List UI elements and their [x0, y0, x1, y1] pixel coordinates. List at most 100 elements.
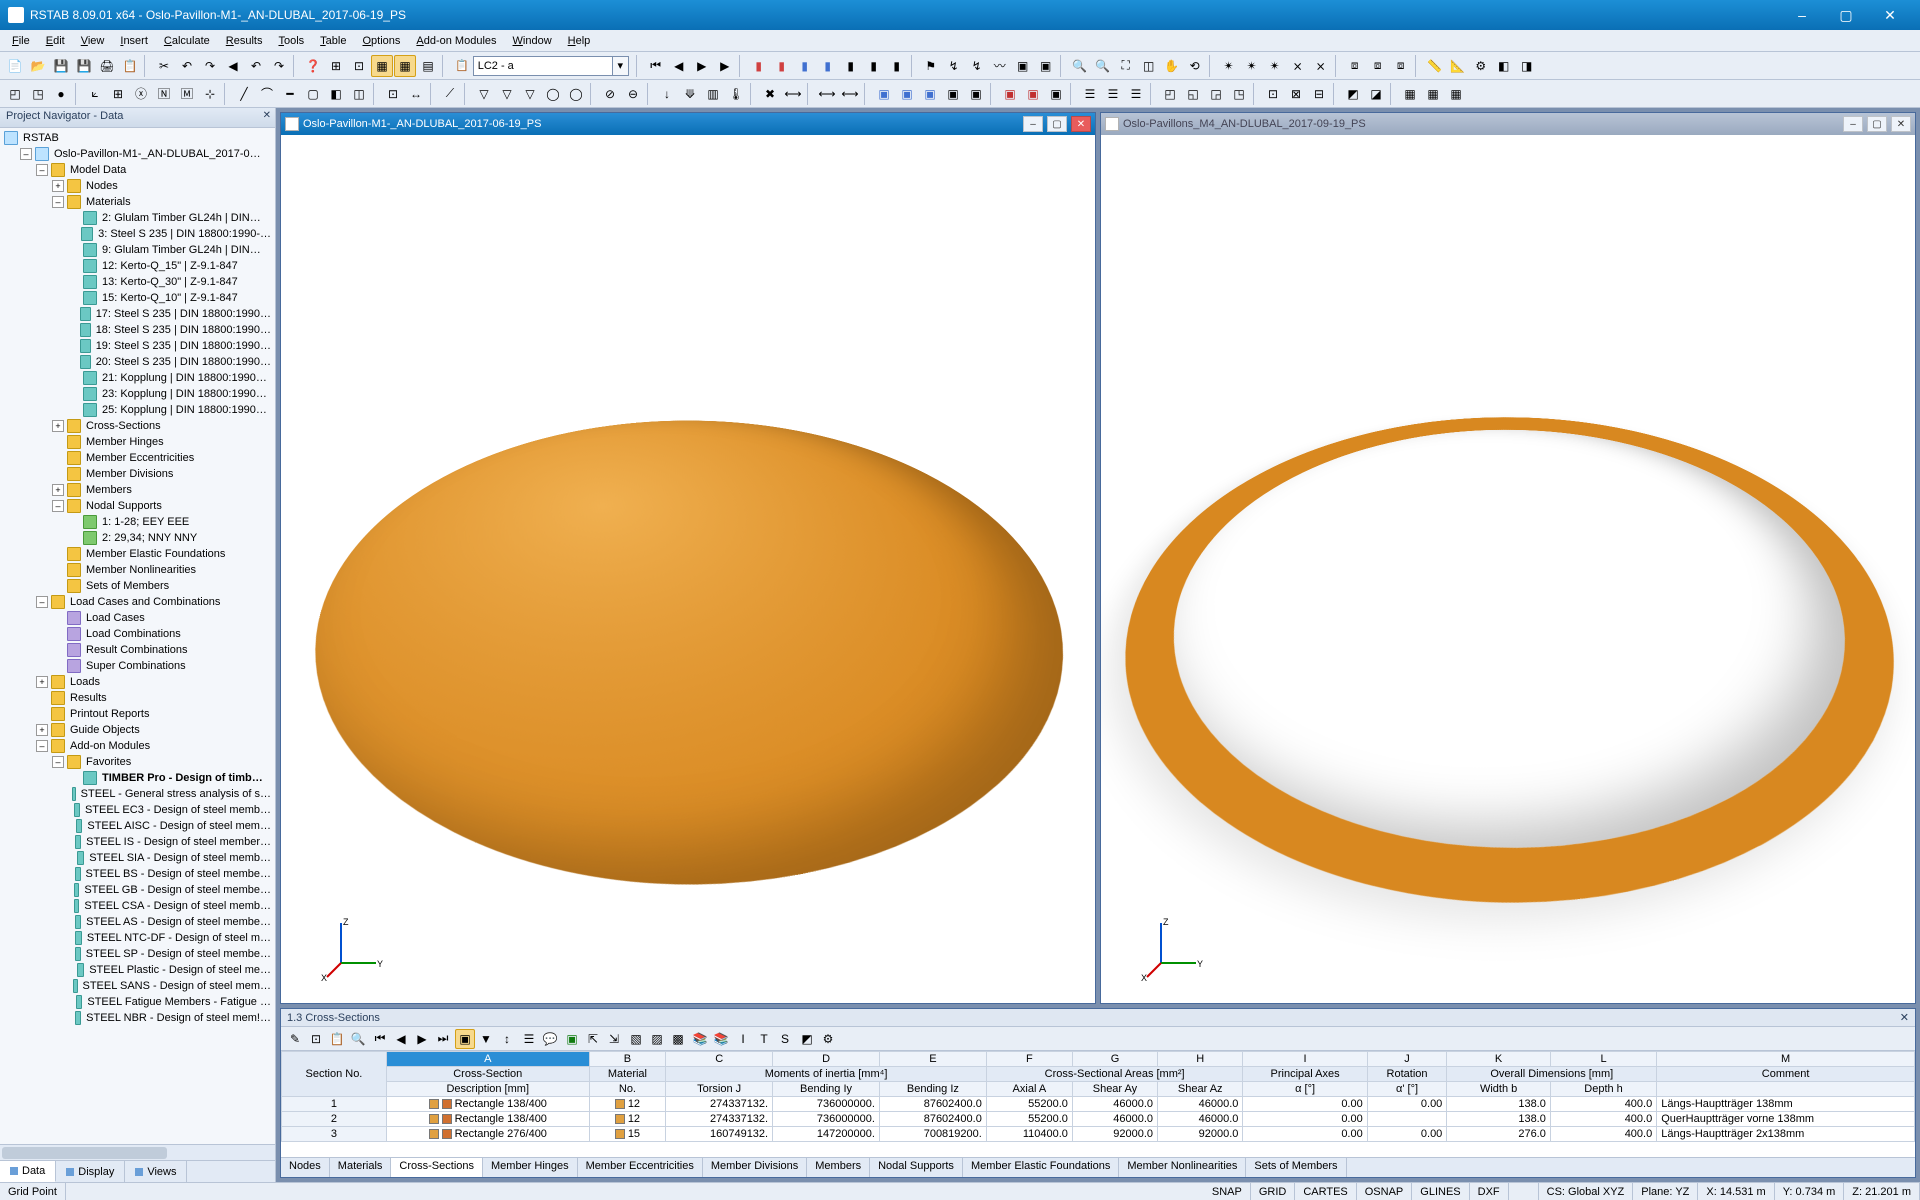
tree-fav-item[interactable]: STEEL CSA - Design of steel memb…	[82, 898, 273, 914]
tree-guide[interactable]: Guide Objects	[68, 722, 142, 738]
release-b-icon[interactable]: ◯	[565, 83, 587, 105]
results-d-icon[interactable]: ▮	[817, 55, 839, 77]
select-b-icon[interactable]: ✴	[1241, 55, 1263, 77]
anim-a-icon[interactable]: ▣	[1012, 55, 1034, 77]
layout-b-icon[interactable]: ▦	[1422, 83, 1444, 105]
select-a-icon[interactable]: ✴	[1218, 55, 1240, 77]
tree-som[interactable]: Sets of Members	[84, 578, 171, 594]
menu-tools[interactable]: Tools	[270, 33, 312, 49]
diagram-a-icon[interactable]: ↯	[943, 55, 965, 77]
render-b-icon[interactable]: ▣	[896, 83, 918, 105]
status-toggle-cartes[interactable]: CARTES	[1295, 1183, 1356, 1200]
tb-last-icon[interactable]: ⏭	[433, 1029, 453, 1049]
expand-icon[interactable]: +	[36, 676, 48, 688]
tree-material-item[interactable]: 18: Steel S 235 | DIN 18800:1990…	[94, 322, 273, 338]
table-row[interactable]: 1 Rectangle 138/40012274337132.736000000…	[282, 1097, 1915, 1112]
table-tab-members[interactable]: Members	[807, 1158, 870, 1177]
menu-help[interactable]: Help	[560, 33, 599, 49]
dim-a-icon[interactable]: ⟷	[816, 83, 838, 105]
tree-lcc-item[interactable]: Load Combinations	[84, 626, 183, 642]
child-max-icon[interactable]: ▢	[1047, 116, 1067, 132]
load-point-icon[interactable]: ↓	[656, 83, 678, 105]
menu-file[interactable]: File	[4, 33, 38, 49]
view-1-icon[interactable]: ◰	[1159, 83, 1181, 105]
menu-view[interactable]: View	[73, 33, 113, 49]
render-d-icon[interactable]: ▣	[942, 83, 964, 105]
tree-material-item[interactable]: 12: Kerto-Q_15" | Z-9.1-847	[100, 258, 240, 274]
filter-c-icon[interactable]: ⧈	[1390, 55, 1412, 77]
panel-a-icon[interactable]: ▦	[371, 55, 393, 77]
tree-members[interactable]: Members	[84, 482, 134, 498]
table-tab-nodal-supports[interactable]: Nodal Supports	[870, 1158, 963, 1177]
results-e-icon[interactable]: ▮	[840, 55, 862, 77]
tree-mnl[interactable]: Member Nonlinearities	[84, 562, 198, 578]
menu-edit[interactable]: Edit	[38, 33, 73, 49]
save-icon[interactable]: 💾	[50, 55, 72, 77]
tb-show-icon[interactable]: ▣	[455, 1029, 475, 1049]
window-close-button[interactable]: ✕	[1868, 0, 1912, 30]
redo-icon[interactable]: ↷	[199, 55, 221, 77]
child-min-icon[interactable]: –	[1023, 116, 1043, 132]
tb-edit-icon[interactable]: ✎	[285, 1029, 305, 1049]
collapse-icon[interactable]: –	[52, 196, 64, 208]
tree-material-item[interactable]: 3: Steel S 235 | DIN 18800:1990-…	[96, 226, 273, 242]
label-n-icon[interactable]: 🄽	[153, 83, 175, 105]
window-maximize-button[interactable]: ▢	[1824, 0, 1868, 30]
layout-c-icon[interactable]: ▦	[1445, 83, 1467, 105]
tree-fav-item[interactable]: STEEL IS - Design of steel member…	[84, 834, 273, 850]
diagram-b-icon[interactable]: ↯	[966, 55, 988, 77]
tb-s-icon[interactable]: S	[775, 1029, 795, 1049]
tree-fav-item[interactable]: STEEL AISC - Design of steel mem…	[85, 818, 273, 834]
move-icon[interactable]: ↔	[405, 83, 427, 105]
show-c-icon[interactable]: ▣	[1045, 83, 1067, 105]
collapse-icon[interactable]: –	[36, 740, 48, 752]
tree-material-item[interactable]: 21: Kopplung | DIN 18800:1990…	[100, 370, 269, 386]
render-a-icon[interactable]: ▣	[873, 83, 895, 105]
child-close-icon[interactable]: ✕	[1071, 116, 1091, 132]
collapse-icon[interactable]: –	[52, 500, 64, 512]
tree-fav-item[interactable]: TIMBER Pro - Design of timb…	[100, 770, 265, 786]
tree-fav-item[interactable]: STEEL - General stress analysis of s…	[79, 786, 273, 802]
show-b-icon[interactable]: ▣	[1022, 83, 1044, 105]
expand-icon[interactable]: +	[36, 724, 48, 736]
tb-export-icon[interactable]: ⇱	[583, 1029, 603, 1049]
view-2-icon[interactable]: ◱	[1182, 83, 1204, 105]
tree-fav-item[interactable]: STEEL Fatigue Members - Fatigue …	[85, 994, 273, 1010]
tree-fav-item[interactable]: STEEL AS - Design of steel membe…	[84, 914, 273, 930]
viewport-left[interactable]: Z Y X	[281, 135, 1095, 1003]
pan-icon[interactable]: ✋	[1161, 55, 1183, 77]
line-icon[interactable]: ╱	[233, 83, 255, 105]
tb-lib-a-icon[interactable]: 📚	[690, 1029, 710, 1049]
hinge-icon[interactable]: ⊘	[599, 83, 621, 105]
collapse-icon[interactable]: –	[36, 596, 48, 608]
persp-icon[interactable]: ◪	[1365, 83, 1387, 105]
run-icon[interactable]: ▶	[714, 55, 736, 77]
grid-icon[interactable]: ⊞	[107, 83, 129, 105]
list-a-icon[interactable]: ☰	[1079, 83, 1101, 105]
support-c-icon[interactable]: ▽	[519, 83, 541, 105]
view-iso-icon[interactable]: ◰	[4, 83, 26, 105]
tree-material-item[interactable]: 9: Glulam Timber GL24h | DIN…	[100, 242, 263, 258]
list-c-icon[interactable]: ☰	[1125, 83, 1147, 105]
collapse-icon[interactable]: –	[52, 756, 64, 768]
measure-icon[interactable]: 📏	[1424, 55, 1446, 77]
tree-model-data[interactable]: Model Data	[68, 162, 128, 178]
table-tab-sets-of-members[interactable]: Sets of Members	[1246, 1158, 1346, 1177]
menu-calculate[interactable]: Calculate	[156, 33, 218, 49]
member-icon[interactable]: ━	[279, 83, 301, 105]
tree-cross-sections[interactable]: Cross-Sections	[84, 418, 163, 434]
tree-lcc-item[interactable]: Super Combinations	[84, 658, 188, 674]
menu-window[interactable]: Window	[505, 33, 560, 49]
trim-a-icon[interactable]: ⟋	[439, 83, 461, 105]
tb-excel-icon[interactable]: ▣	[562, 1029, 582, 1049]
flag-icon[interactable]: ⚑	[920, 55, 942, 77]
cut-icon[interactable]: ✂	[153, 55, 175, 77]
table-tab-member-nonlinearities[interactable]: Member Nonlinearities	[1119, 1158, 1246, 1177]
invert-icon[interactable]: ⊟	[1308, 83, 1330, 105]
list-b-icon[interactable]: ☰	[1102, 83, 1124, 105]
tree-member-hinges[interactable]: Member Hinges	[84, 434, 166, 450]
navigator-tree[interactable]: RSTAB –Oslo-Pavillon-M1-_AN-DLUBAL_2017-…	[0, 128, 275, 1144]
status-toggle-grid[interactable]: GRID	[1251, 1183, 1296, 1200]
new-icon[interactable]: 📄	[4, 55, 26, 77]
status-toggle-dxf[interactable]: DXF	[1470, 1183, 1509, 1200]
